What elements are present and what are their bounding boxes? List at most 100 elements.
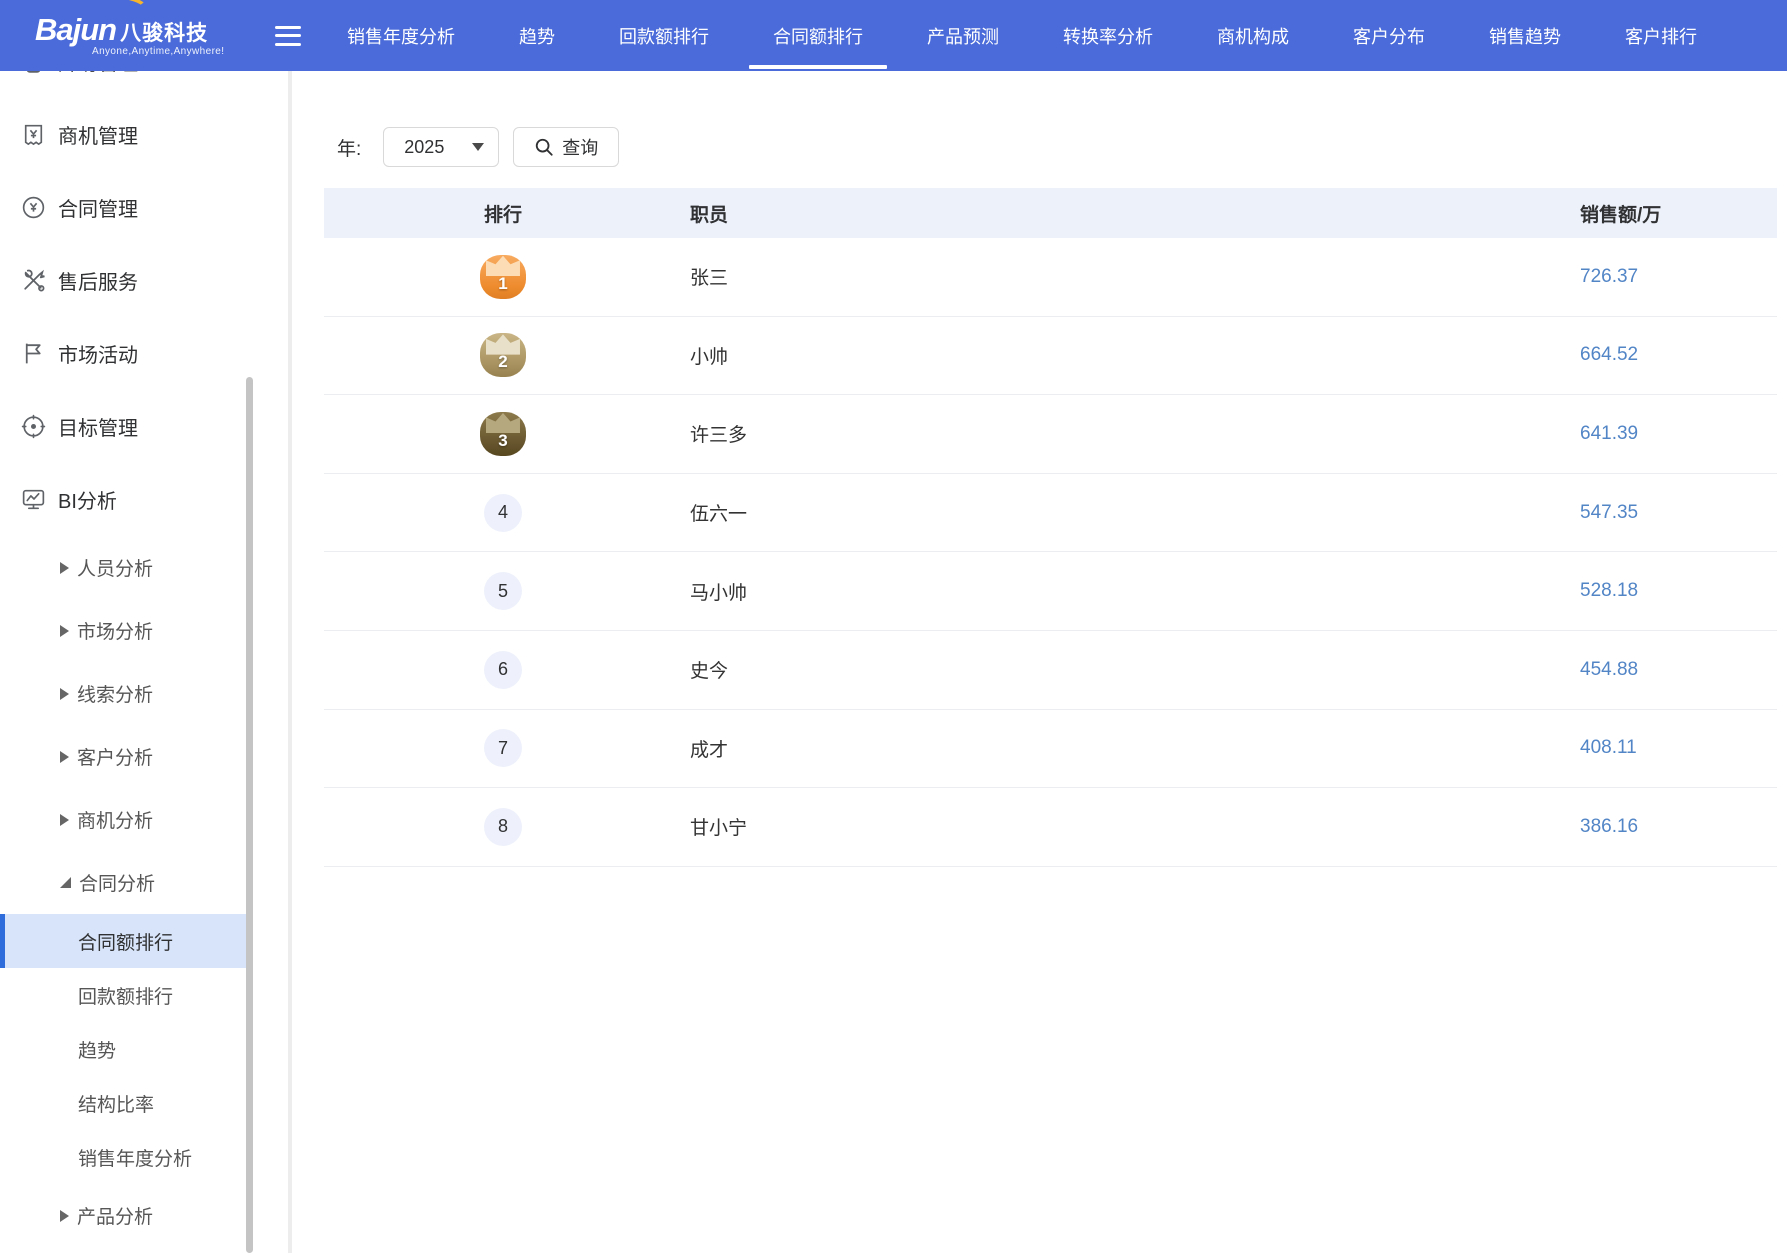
employee-name: 张三 bbox=[682, 263, 1580, 290]
sidebar-item-label: BI分析 bbox=[58, 485, 117, 514]
tab-product-forecast[interactable]: 产品预测 bbox=[917, 0, 1009, 71]
sidebar-item-bi-analysis[interactable]: BI分析 bbox=[0, 463, 250, 536]
sidebar-leaf-label: 合同额排行 bbox=[78, 928, 173, 955]
sidebar-leaf-payment-amount-ranking[interactable]: 回款额排行 bbox=[0, 968, 250, 1022]
table-row[interactable]: 7 成才 408.11 bbox=[324, 710, 1777, 789]
chevron-right-icon bbox=[60, 688, 69, 700]
tab-opportunity-composition[interactable]: 商机构成 bbox=[1207, 0, 1299, 71]
sidebar-leaf-sales-annual-analysis[interactable]: 销售年度分析 bbox=[0, 1130, 250, 1184]
tab-payment-ranking[interactable]: 回款额排行 bbox=[609, 0, 719, 71]
app-window: Bajun八骏科技 Anyone,Anytime,Anywhere! 销售年度分… bbox=[0, 0, 1787, 1253]
rank-badge: 4 bbox=[484, 494, 522, 532]
sales-value-link[interactable]: 547.35 bbox=[1580, 502, 1777, 524]
rank-badge: 7 bbox=[484, 729, 522, 767]
sidebar-scrollbar[interactable] bbox=[246, 377, 253, 1253]
sidebar-subitem-label: 客户分析 bbox=[77, 743, 153, 770]
target-icon bbox=[20, 413, 47, 440]
tab-sales-trend[interactable]: 销售趋势 bbox=[1479, 0, 1571, 71]
year-select[interactable]: 2025 bbox=[383, 127, 499, 167]
sidebar-leaf-trend[interactable]: 趋势 bbox=[0, 1022, 250, 1076]
sidebar-item-label: 目标管理 bbox=[58, 412, 138, 441]
monitor-chart-icon bbox=[20, 486, 47, 513]
flag-icon bbox=[20, 340, 47, 367]
sales-value-link[interactable]: 386.16 bbox=[1580, 816, 1777, 838]
tab-trend[interactable]: 趋势 bbox=[509, 0, 565, 71]
column-header-employee: 职员 bbox=[682, 200, 1580, 227]
sidebar-leaf-label: 销售年度分析 bbox=[78, 1144, 192, 1171]
sidebar-item-marketing-activity[interactable]: 市场活动 bbox=[0, 317, 250, 390]
brand-name: Bajun bbox=[35, 12, 116, 47]
sidebar-subitem-label: 人员分析 bbox=[77, 554, 153, 581]
table-row[interactable]: 5 马小帅 528.18 bbox=[324, 552, 1777, 631]
rank-badge: 6 bbox=[484, 651, 522, 689]
sidebar-leaf-structure-ratio[interactable]: 结构比率 bbox=[0, 1076, 250, 1130]
tools-icon bbox=[20, 267, 47, 294]
hamburger-menu-icon[interactable] bbox=[275, 26, 301, 46]
sidebar-subitem-label: 产品分析 bbox=[77, 1202, 153, 1229]
tab-contract-ranking[interactable]: 合同额排行 bbox=[763, 0, 873, 71]
sidebar: 拜访管理 商机管理 合同管理 bbox=[0, 71, 290, 1253]
employee-name: 许三多 bbox=[682, 420, 1580, 447]
tab-sales-annual-analysis[interactable]: 销售年度分析 bbox=[337, 0, 465, 71]
sidebar-item-visit-mgmt[interactable]: 拜访管理 bbox=[0, 71, 250, 98]
filter-bar: 年: 2025 查询 bbox=[337, 127, 619, 167]
sidebar-subitem-market-analysis[interactable]: 市场分析 bbox=[0, 599, 250, 662]
sidebar-subitem-label: 合同分析 bbox=[79, 869, 155, 896]
sidebar-subitem-opportunity-analysis[interactable]: 商机分析 bbox=[0, 788, 250, 851]
employee-name: 伍六一 bbox=[682, 499, 1580, 526]
sidebar-subitem-label: 商机分析 bbox=[77, 806, 153, 833]
table-row[interactable]: 2 小帅 664.52 bbox=[324, 317, 1777, 396]
tab-conversion-analysis[interactable]: 转换率分析 bbox=[1053, 0, 1163, 71]
tab-customer-distribution[interactable]: 客户分布 bbox=[1343, 0, 1435, 71]
sidebar-subitem-leads-analysis[interactable]: 线索分析 bbox=[0, 662, 250, 725]
bronze-medal-icon: 3 bbox=[480, 412, 526, 456]
employee-name: 成才 bbox=[682, 735, 1580, 762]
table-row[interactable]: 4 伍六一 547.35 bbox=[324, 474, 1777, 553]
circle-yen-icon bbox=[20, 194, 47, 221]
sales-value-link[interactable]: 528.18 bbox=[1580, 580, 1777, 602]
silver-medal-icon: 2 bbox=[480, 333, 526, 377]
sales-value-link[interactable]: 726.37 bbox=[1580, 266, 1777, 288]
table-row[interactable]: 6 史今 454.88 bbox=[324, 631, 1777, 710]
brand-logo: Bajun八骏科技 Anyone,Anytime,Anywhere! bbox=[30, 0, 245, 71]
sidebar-item-aftersales-service[interactable]: 售后服务 bbox=[0, 244, 250, 317]
sidebar-item-label: 拜访管理 bbox=[58, 71, 138, 76]
sidebar-item-contract-mgmt[interactable]: 合同管理 bbox=[0, 171, 250, 244]
sidebar-subitem-product-analysis[interactable]: 产品分析 bbox=[0, 1184, 250, 1247]
sidebar-item-label: 合同管理 bbox=[58, 193, 138, 222]
sidebar-subitem-customer-analysis[interactable]: 客户分析 bbox=[0, 725, 250, 788]
sidebar-item-label: 市场活动 bbox=[58, 339, 138, 368]
sales-value-link[interactable]: 641.39 bbox=[1580, 423, 1777, 445]
gold-medal-icon: 1 bbox=[480, 255, 526, 299]
sidebar-leaf-contract-amount-ranking[interactable]: 合同额排行 bbox=[0, 914, 250, 968]
top-navbar: Bajun八骏科技 Anyone,Anytime,Anywhere! 销售年度分… bbox=[0, 0, 1787, 71]
sidebar-item-opportunity-mgmt[interactable]: 商机管理 bbox=[0, 98, 250, 171]
year-select-value: 2025 bbox=[404, 137, 444, 158]
table-row[interactable]: 1 张三 726.37 bbox=[324, 238, 1777, 317]
employee-name: 小帅 bbox=[682, 342, 1580, 369]
sidebar-item-target-mgmt[interactable]: 目标管理 bbox=[0, 390, 250, 463]
brand-tagline: Anyone,Anytime,Anywhere! bbox=[92, 46, 224, 57]
query-button[interactable]: 查询 bbox=[513, 127, 619, 167]
sidebar-leaf-label: 结构比率 bbox=[78, 1090, 154, 1117]
table-row[interactable]: 8 甘小宁 386.16 bbox=[324, 788, 1777, 867]
tab-customer-ranking[interactable]: 客户排行 bbox=[1615, 0, 1707, 71]
chevron-right-icon bbox=[60, 751, 69, 763]
rank-badge: 5 bbox=[484, 572, 522, 610]
phone-icon bbox=[20, 71, 47, 75]
brand-suffix: 八骏科技 bbox=[120, 22, 208, 45]
sales-value-link[interactable]: 408.11 bbox=[1580, 737, 1777, 759]
sidebar-subitem-contract-analysis[interactable]: 合同分析 bbox=[0, 851, 250, 914]
chevron-down-icon bbox=[472, 143, 484, 151]
sales-value-link[interactable]: 454.88 bbox=[1580, 659, 1777, 681]
chevron-right-icon bbox=[60, 625, 69, 637]
sales-value-link[interactable]: 664.52 bbox=[1580, 344, 1777, 366]
employee-name: 马小帅 bbox=[682, 578, 1580, 605]
chevron-right-icon bbox=[60, 562, 69, 574]
column-header-sales: 销售额/万 bbox=[1580, 200, 1777, 227]
table-row[interactable]: 3 许三多 641.39 bbox=[324, 395, 1777, 474]
main-content: 年: 2025 查询 排行 职员 销售额/万 1 张三 726.37 bbox=[292, 71, 1787, 1253]
chevron-right-icon bbox=[60, 814, 69, 826]
employee-name: 史今 bbox=[682, 656, 1580, 683]
sidebar-subitem-personnel-analysis[interactable]: 人员分析 bbox=[0, 536, 250, 599]
